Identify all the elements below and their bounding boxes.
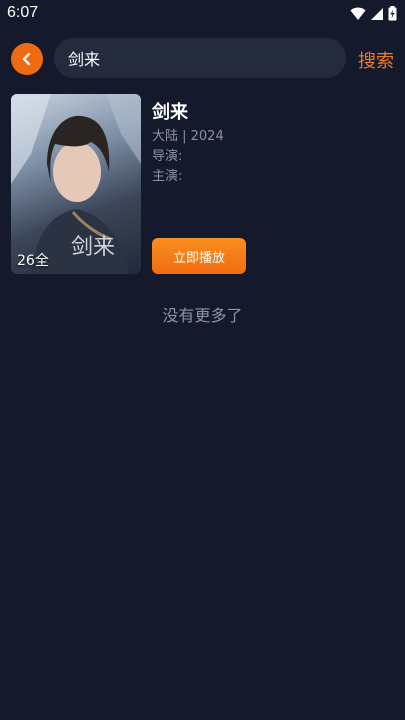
search-bar: 搜索 <box>0 38 405 80</box>
region-year: 大陆 | 2024 <box>152 129 224 144</box>
search-button[interactable]: 搜索 <box>358 47 394 73</box>
back-button[interactable] <box>11 43 43 75</box>
wifi-icon <box>350 7 366 20</box>
status-icons <box>350 6 397 21</box>
no-more-text: 没有更多了 <box>162 306 243 325</box>
status-bar: 6:07 <box>0 0 405 28</box>
cast-label: 主演: <box>152 169 183 184</box>
svg-text:剑来: 剑来 <box>71 235 115 260</box>
search-box[interactable] <box>54 38 346 78</box>
poster-image[interactable]: 剑来 26全 <box>11 94 141 274</box>
director-label: 导演: <box>152 149 183 164</box>
result-title[interactable]: 剑来 <box>152 98 188 124</box>
signal-icon <box>371 7 383 20</box>
search-input[interactable] <box>66 47 334 69</box>
status-time: 6:07 <box>7 4 39 21</box>
chevron-left-icon <box>22 52 31 66</box>
poster-artwork: 剑来 <box>11 94 141 274</box>
play-now-button[interactable]: 立即播放 <box>152 238 246 274</box>
battery-icon <box>388 6 397 21</box>
result-item[interactable]: 剑来 26全 剑来 大陆 | 2024 导演: 主演: 立即播放 <box>11 94 394 274</box>
episode-badge: 26全 <box>17 253 49 269</box>
